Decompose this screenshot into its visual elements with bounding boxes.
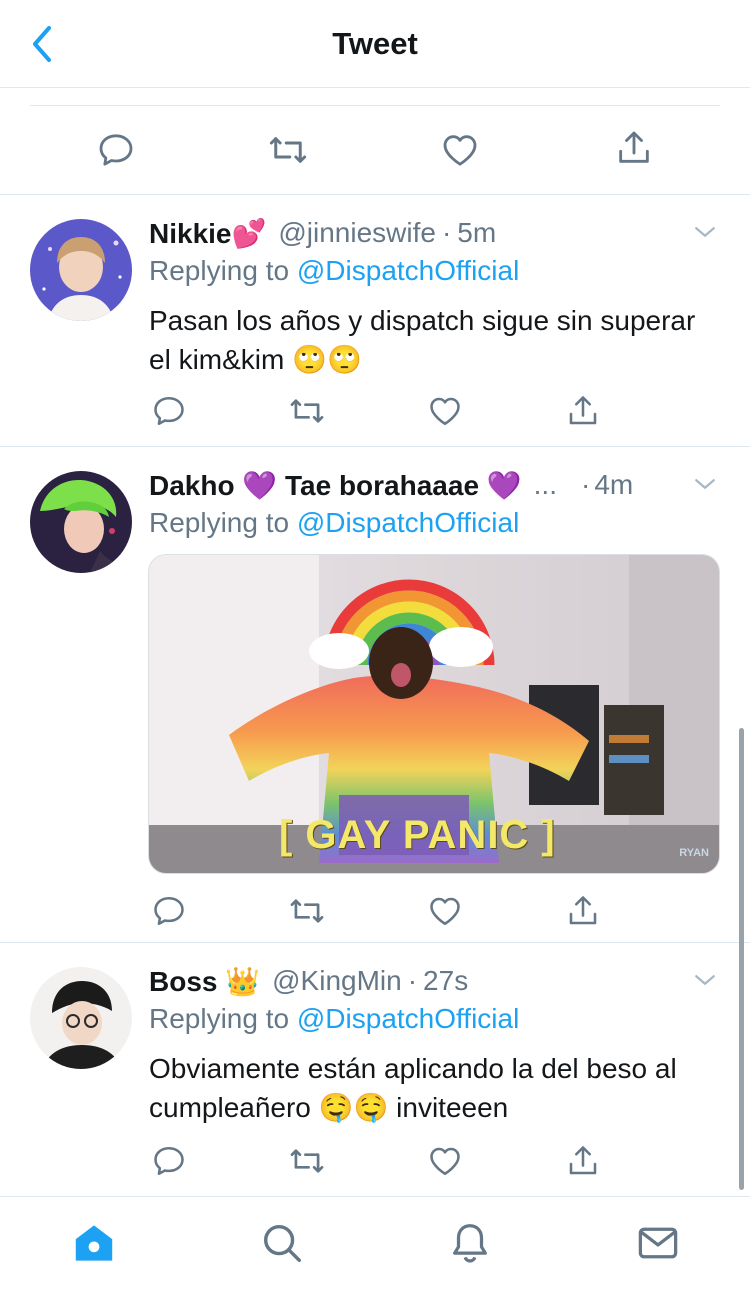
- share-button[interactable]: [612, 126, 656, 170]
- timestamp: 5m: [457, 217, 497, 248]
- avatar[interactable]: [30, 219, 132, 321]
- share-icon: [565, 893, 601, 929]
- display-name[interactable]: Boss 👑: [149, 965, 260, 998]
- tab-messages[interactable]: [634, 1219, 682, 1267]
- home-icon: [75, 1225, 113, 1261]
- avatar[interactable]: [30, 471, 132, 573]
- tweet-header: Boss 👑 @KingMin · 27s: [149, 961, 690, 1001]
- replying-prefix: Replying to: [149, 1003, 290, 1034]
- handle[interactable]: @jinnieswife: [278, 217, 436, 249]
- avatar[interactable]: [30, 967, 132, 1069]
- share-button[interactable]: [563, 891, 603, 931]
- reply-button[interactable]: [149, 1141, 189, 1181]
- tweet-text: Obviamente están aplicando la del beso a…: [149, 1053, 677, 1123]
- retweet-icon: [288, 892, 326, 930]
- retweet-button[interactable]: [287, 1141, 327, 1181]
- like-button[interactable]: [425, 1141, 465, 1181]
- tweet-actions: [149, 1141, 619, 1181]
- tab-home[interactable]: [70, 1219, 118, 1267]
- like-button[interactable]: [438, 128, 482, 172]
- retweet-button[interactable]: [287, 391, 327, 431]
- reply-icon: [151, 893, 187, 929]
- retweet-icon: [288, 392, 326, 430]
- retweet-icon: [267, 129, 309, 171]
- display-name[interactable]: Nikkie💕: [149, 217, 266, 250]
- page-title: Tweet: [332, 26, 418, 61]
- share-button[interactable]: [563, 1141, 603, 1181]
- notifications-icon: [453, 1224, 487, 1263]
- replying-to: Replying to @DispatchOfficial: [149, 507, 519, 539]
- tweet-header: Dakho 💜 Tae borahaaae 💜 ... · 4m: [149, 465, 690, 505]
- chevron-down-icon[interactable]: [690, 217, 720, 247]
- like-icon: [427, 893, 463, 929]
- tweet-reply-2[interactable]: Dakho 💜 Tae borahaaae 💜 ... · 4m Replyin…: [0, 447, 750, 943]
- chevron-down-icon[interactable]: [690, 965, 720, 995]
- timestamp: 4m: [594, 469, 634, 500]
- name-truncation: ...: [533, 469, 557, 500]
- retweet-button[interactable]: [266, 128, 310, 172]
- reply-button[interactable]: [94, 128, 138, 172]
- timestamp: 27s: [423, 965, 469, 996]
- divider: [30, 105, 720, 106]
- top-nav-bar: Tweet: [0, 0, 750, 88]
- reply-icon: [151, 393, 187, 429]
- tweet-actions: [149, 391, 619, 431]
- share-icon: [565, 393, 601, 429]
- bottom-tab-bar: [0, 1196, 750, 1294]
- replying-to: Replying to @DispatchOfficial: [149, 1003, 519, 1035]
- reply-button[interactable]: [149, 891, 189, 931]
- tweet-reply-3[interactable]: Boss 👑 @KingMin · 27s Replying to @Dispa…: [0, 943, 750, 1196]
- tab-search[interactable]: [258, 1219, 306, 1267]
- separator-dot: ·: [407, 965, 418, 996]
- retweet-button[interactable]: [287, 891, 327, 931]
- like-icon: [440, 130, 480, 170]
- media-caption: [ GAY PANIC ]: [279, 813, 556, 857]
- tab-notifications[interactable]: [446, 1219, 494, 1267]
- share-button[interactable]: [563, 391, 603, 431]
- tweet-reply-1[interactable]: Nikkie💕 @jinnieswife · 5m Replying to @D…: [0, 195, 750, 447]
- share-icon: [565, 1143, 601, 1179]
- mention-link[interactable]: @DispatchOfficial: [297, 1003, 519, 1034]
- tweet-media-gif[interactable]: [ GAY PANIC ] RYAN: [148, 554, 720, 874]
- search-icon: [263, 1224, 301, 1262]
- handle[interactable]: @KingMin: [272, 965, 402, 997]
- separator-dot: ·: [441, 217, 452, 248]
- separator-dot: ·: [581, 469, 591, 500]
- reply-icon: [151, 1143, 187, 1179]
- tweet-actions: [149, 891, 619, 931]
- share-icon: [614, 128, 654, 168]
- media-watermark: RYAN: [679, 847, 709, 859]
- replying-prefix: Replying to: [149, 507, 290, 538]
- scrollbar[interactable]: [739, 728, 744, 1190]
- replying-prefix: Replying to: [149, 255, 290, 286]
- like-button[interactable]: [425, 391, 465, 431]
- replying-to: Replying to @DispatchOfficial: [149, 255, 519, 287]
- like-icon: [427, 393, 463, 429]
- reply-button[interactable]: [149, 391, 189, 431]
- tweet-header: Nikkie💕 @jinnieswife · 5m: [149, 213, 690, 253]
- display-name[interactable]: Dakho 💜 Tae borahaaae 💜: [149, 469, 522, 502]
- reply-icon: [96, 130, 136, 170]
- tweet-text: Pasan los años y dispatch sigue sin supe…: [149, 305, 696, 375]
- mention-link[interactable]: @DispatchOfficial: [297, 255, 519, 286]
- mention-link[interactable]: @DispatchOfficial: [297, 507, 519, 538]
- messages-icon: [638, 1227, 678, 1259]
- like-icon: [427, 1143, 463, 1179]
- retweet-icon: [288, 1142, 326, 1180]
- main-tweet-actions: [0, 88, 750, 195]
- like-button[interactable]: [425, 891, 465, 931]
- chevron-down-icon[interactable]: [690, 469, 720, 499]
